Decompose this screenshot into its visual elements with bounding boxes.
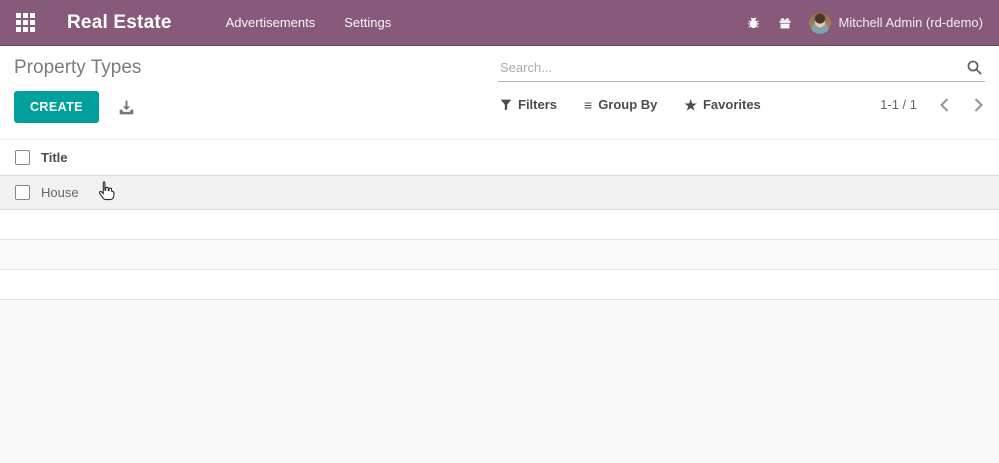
filters-label: Filters <box>518 97 558 112</box>
property-types-list: Title House <box>0 139 999 463</box>
empty-row <box>0 210 999 240</box>
empty-row <box>0 270 999 300</box>
user-avatar <box>808 11 831 34</box>
empty-row <box>0 240 999 270</box>
pager-range: 1-1 / 1 <box>880 97 917 112</box>
create-button[interactable]: CREATE <box>14 91 99 123</box>
pager-next-icon[interactable] <box>972 97 985 112</box>
pager: 1-1 / 1 <box>880 97 985 112</box>
user-menu[interactable]: Mitchell Admin (rd-demo) <box>808 11 984 34</box>
filters-button[interactable]: Filters <box>500 97 557 112</box>
select-all-checkbox[interactable] <box>15 150 30 165</box>
column-header-title[interactable]: Title <box>41 150 68 165</box>
menu-item-settings[interactable]: Settings <box>344 15 391 30</box>
list-header-row: Title <box>0 139 999 176</box>
user-name: Mitchell Admin (rd-demo) <box>838 15 984 30</box>
search-box <box>498 54 985 82</box>
app-title[interactable]: Real Estate <box>67 12 172 34</box>
search-icon[interactable] <box>966 59 983 76</box>
control-bar-right: Filters ≡ Group By ★ Favorites 1-1 / 1 <box>500 91 985 112</box>
page-header: Property Types <box>0 46 999 90</box>
row-checkbox[interactable] <box>15 185 30 200</box>
content-filler-area <box>0 300 999 463</box>
favorites-button[interactable]: ★ Favorites <box>684 97 760 112</box>
navbar-right: Mitchell Admin (rd-demo) <box>746 11 984 34</box>
favorites-label: Favorites <box>702 97 761 112</box>
menu-item-advertisements[interactable]: Advertisements <box>226 15 316 30</box>
group-by-button[interactable]: ≡ Group By <box>584 97 657 112</box>
favorites-star-icon: ★ <box>684 96 697 113</box>
debug-bug-icon[interactable] <box>746 15 761 30</box>
view-controls: Filters ≡ Group By ★ Favorites <box>500 97 761 112</box>
apps-menu-icon[interactable] <box>16 13 35 32</box>
search-input[interactable] <box>498 54 985 82</box>
select-all-cell <box>15 150 41 165</box>
group-by-label: Group By <box>598 97 658 112</box>
pager-prev-icon[interactable] <box>938 97 951 112</box>
export-download-icon[interactable] <box>118 99 135 116</box>
filter-funnel-icon <box>500 99 512 110</box>
row-title-cell[interactable]: House <box>41 185 79 200</box>
page-title: Property Types <box>14 57 142 78</box>
main-menu: Advertisements Settings <box>226 15 392 30</box>
row-select-cell <box>15 185 41 200</box>
control-bar: CREATE Filters ≡ Group By ★ Favorites 1-… <box>0 90 999 139</box>
hand-pointer-cursor-icon <box>96 180 117 206</box>
list-row-house[interactable]: House <box>0 176 999 210</box>
control-bar-left: CREATE <box>14 91 500 123</box>
gift-icon[interactable] <box>778 16 792 30</box>
top-navbar: Real Estate Advertisements Settings Mitc… <box>0 0 999 46</box>
group-by-bars-icon: ≡ <box>584 96 593 113</box>
